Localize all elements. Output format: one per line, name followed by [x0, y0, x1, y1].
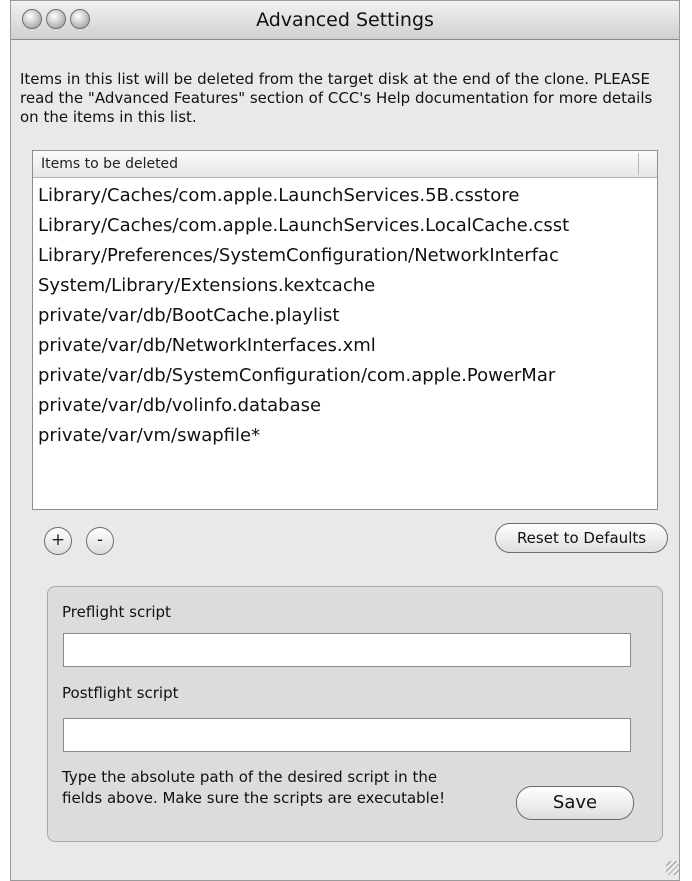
items-to-delete-list[interactable]: Items to be deleted Library/Caches/com.a… — [32, 150, 658, 510]
preflight-script-field[interactable] — [63, 633, 631, 667]
preflight-script-label: Preflight script — [62, 603, 171, 621]
list-item[interactable]: Library/Caches/com.apple.LaunchServices.… — [33, 181, 657, 211]
preflight-script-input[interactable] — [64, 634, 630, 666]
title-bar[interactable]: Advanced Settings — [11, 1, 679, 40]
scripts-help-text: Type the absolute path of the desired sc… — [62, 768, 446, 807]
remove-item-button[interactable]: - — [86, 527, 114, 555]
list-rows: Library/Caches/com.apple.LaunchServices.… — [33, 178, 657, 451]
resize-grip-icon[interactable] — [666, 861, 680, 875]
window-title: Advanced Settings — [256, 9, 434, 31]
list-header-label: Items to be deleted — [41, 156, 179, 172]
postflight-script-field[interactable] — [63, 718, 631, 752]
reset-to-defaults-button[interactable]: Reset to Defaults — [495, 523, 668, 553]
list-item[interactable]: private/var/db/NetworkInterfaces.xml — [33, 331, 657, 361]
column-separator — [638, 153, 639, 175]
list-column-header[interactable]: Items to be deleted — [33, 151, 657, 178]
list-item[interactable]: private/var/db/volinfo.database — [33, 391, 657, 421]
postflight-script-label: Postflight script — [62, 684, 179, 702]
list-item[interactable]: private/var/db/BootCache.playlist — [33, 301, 657, 331]
list-item[interactable]: private/var/vm/swapfile* — [33, 421, 657, 451]
list-item[interactable]: private/var/db/SystemConfiguration/com.a… — [33, 361, 657, 391]
list-item[interactable]: System/Library/Extensions.kextcache — [33, 271, 657, 301]
intro-text: Items in this list will be deleted from … — [20, 70, 653, 126]
postflight-script-input[interactable] — [64, 719, 630, 751]
list-item[interactable]: Library/Caches/com.apple.LaunchServices.… — [33, 211, 657, 241]
add-item-button[interactable]: + — [44, 527, 72, 555]
list-item[interactable]: Library/Preferences/SystemConfiguration/… — [33, 241, 657, 271]
save-button[interactable]: Save — [516, 786, 634, 820]
